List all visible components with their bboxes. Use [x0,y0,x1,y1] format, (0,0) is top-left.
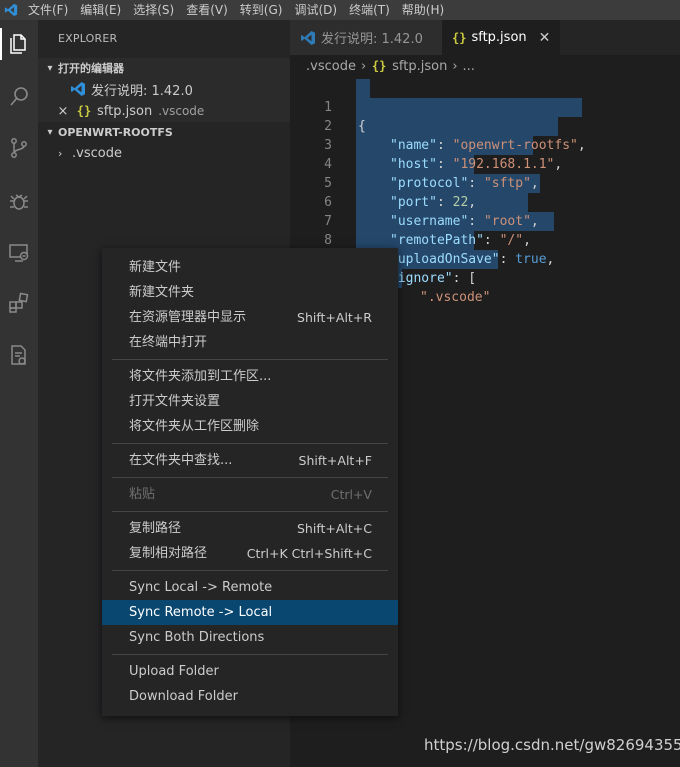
menu-selection[interactable]: 选择(S) [127,0,180,20]
vscode-logo-icon [0,0,22,20]
menu-item-sync-both-directions[interactable]: Sync Both Directions [102,625,398,650]
menu-view[interactable]: 查看(V) [180,0,234,20]
menu-bar: 文件(F) 编辑(E) 选择(S) 查看(V) 转到(G) 调试(D) 终端(T… [0,0,680,20]
menu-file[interactable]: 文件(F) [22,0,74,20]
menu-item-open-folder-settings[interactable]: 打开文件夹设置 [102,389,398,414]
menu-item-upload-folder[interactable]: Upload Folder [102,659,398,684]
menu-item-find-in-folder[interactable]: 在文件夹中查找... Shift+Alt+F [102,448,398,473]
editor-tabs: 发行说明: 1.42.0 {} sftp.json ✕ [290,20,680,55]
open-editor-desc: .vscode [158,104,205,118]
chevron-right-icon: › [452,58,458,74]
menu-separator [112,443,388,444]
tab-release-notes[interactable]: 发行说明: 1.42.0 [290,20,442,55]
menu-item-new-folder[interactable]: 新建文件夹 [102,280,398,305]
open-editor-item-sftp-json[interactable]: × {} sftp.json .vscode [38,100,290,122]
menu-separator [112,654,388,655]
folder-header[interactable]: ▾ OPENWRT-ROOTFS [38,122,290,142]
chevron-down-icon: ▾ [47,62,53,74]
files-icon[interactable] [0,24,38,64]
menu-go[interactable]: 转到(G) [234,0,289,20]
menu-help[interactable]: 帮助(H) [396,0,450,20]
breadcrumb-more[interactable]: ... [463,59,475,74]
watermark: https://blog.csdn.net/gw826943555 [424,736,680,754]
menu-separator [112,570,388,571]
search-icon[interactable] [0,77,38,117]
tab-sftp-json[interactable]: {} sftp.json ✕ [442,20,560,55]
breadcrumb-file[interactable]: sftp.json [392,59,447,74]
menu-item-copy-path[interactable]: 复制路径 Shift+Alt+C [102,516,398,541]
menu-separator [112,359,388,360]
debug-icon[interactable] [0,181,38,221]
context-menu: 新建文件 新建文件夹 在资源管理器中显示 Shift+Alt+R 在终端中打开 将… [102,248,398,716]
remote-explorer-icon[interactable] [0,233,38,273]
json-file-icon: {} [452,30,467,45]
json-file-icon: {} [76,104,92,118]
open-editor-label: sftp.json [97,103,153,119]
breadcrumb-folder[interactable]: .vscode [306,59,356,74]
chevron-right-icon: › [58,146,63,160]
menu-item-remove-folder-from-workspace[interactable]: 将文件夹从工作区删除 [102,414,398,439]
sftp-explorer-icon[interactable] [0,335,38,375]
close-icon[interactable]: × [56,104,70,119]
open-editor-item-release-notes[interactable]: 发行说明: 1.42.0 [38,78,290,100]
extensions-icon[interactable] [0,283,38,323]
open-editors-section: ▾ 打开的编辑器 发行说明: 1.42.0 × {} sftp.json .vs… [38,58,290,122]
menu-edit[interactable]: 编辑(E) [74,0,127,20]
code-line: 8 "uploadOnSave": true, [324,233,555,267]
menu-item-download-folder[interactable]: Download Folder [102,684,398,709]
menu-debug[interactable]: 调试(D) [288,0,343,20]
menu-item-copy-relative-path[interactable]: 复制相对路径 Ctrl+K Ctrl+Shift+C [102,541,398,566]
menu-separator [112,477,388,478]
close-icon[interactable]: ✕ [539,30,551,46]
code-line: 7 "remotePath": "/", [324,214,531,248]
chevron-right-icon: › [360,58,367,74]
tab-label: sftp.json [471,30,527,45]
explorer-title: EXPLORER [58,32,118,45]
code-line: 5 "port": 22, [324,176,477,210]
code-line: 2 "name": "openwrt-rootfs", [324,119,586,153]
code-line: 3 "host": "192.168.1.1", [324,138,563,172]
tree-item-vscode-folder[interactable]: › .vscode [38,142,290,164]
menu-separator [112,511,388,512]
source-control-icon[interactable] [0,128,38,168]
code-line: 6 "username": "root", [324,195,539,229]
open-editors-header[interactable]: ▾ 打开的编辑器 [38,58,290,78]
breadcrumb: .vscode › {} sftp.json › ... [290,55,680,77]
tab-label: 发行说明: 1.42.0 [321,32,423,47]
menu-terminal[interactable]: 终端(T) [343,0,396,20]
code-line: 1 { [324,100,366,134]
menu-item-open-in-terminal[interactable]: 在终端中打开 [102,330,398,355]
vscode-file-icon [300,30,316,46]
menu-item-sync-remote-to-local[interactable]: Sync Remote -> Local [102,600,398,625]
json-file-icon: {} [371,59,387,73]
menu-item-add-folder-to-workspace[interactable]: 将文件夹添加到工作区... [102,364,398,389]
menu-item-sync-local-to-remote[interactable]: Sync Local -> Remote [102,575,398,600]
vscode-file-icon [70,81,86,97]
chevron-down-icon: ▾ [47,126,53,138]
menu-item-reveal-in-explorer[interactable]: 在资源管理器中显示 Shift+Alt+R [102,305,398,330]
activity-bar [0,20,38,767]
menu-item-new-file[interactable]: 新建文件 [102,255,398,280]
code-line: 4 "protocol": "sftp", [324,157,539,191]
menu-item-paste[interactable]: 粘贴 Ctrl+V [102,482,398,507]
open-editor-label: 发行说明: 1.42.0 [91,83,193,99]
tree-item-label: .vscode [72,145,122,161]
